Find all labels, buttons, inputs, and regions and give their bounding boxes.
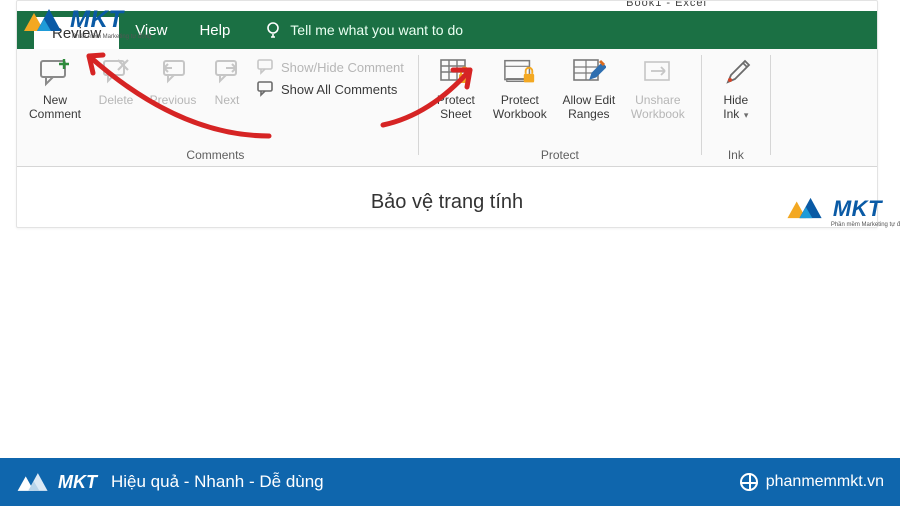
delete-comment-icon bbox=[99, 55, 133, 89]
footer-logo-text: MKT bbox=[58, 472, 97, 493]
page-footer: MKT Hiệu quả - Nhanh - Dễ dùng phanmemmk… bbox=[0, 458, 900, 506]
allow-edit-ranges-button[interactable]: Allow EditRanges bbox=[555, 53, 623, 121]
mkt-logo-text: MKT bbox=[70, 6, 123, 34]
new-comment-icon bbox=[38, 55, 72, 89]
mkt-mark-icon bbox=[16, 471, 50, 493]
group-label-protect: Protect bbox=[427, 148, 693, 164]
footer-url[interactable]: phanmemmkt.vn bbox=[740, 473, 884, 491]
previous-comment-icon bbox=[156, 55, 190, 89]
window-title: Book1 - Excel bbox=[626, 0, 707, 9]
comments-icon bbox=[257, 81, 275, 97]
mkt-logo-text: MKT bbox=[833, 196, 882, 222]
tab-help[interactable]: Help bbox=[183, 11, 246, 49]
chevron-down-icon: ▾ bbox=[741, 110, 748, 120]
tab-view[interactable]: View bbox=[119, 11, 183, 49]
ribbon-tabstrip: Review View Help Tell me what you want t… bbox=[17, 11, 877, 49]
show-all-comments-label: Show All Comments bbox=[281, 82, 397, 97]
unshare-workbook-icon bbox=[641, 55, 675, 89]
hide-ink-icon bbox=[719, 55, 753, 89]
footer-slogan: Hiệu quả - Nhanh - Dễ dùng bbox=[111, 472, 740, 492]
protect-workbook-button[interactable]: ProtectWorkbook bbox=[485, 53, 555, 121]
new-comment-label: NewComment bbox=[29, 93, 81, 121]
new-comment-button[interactable]: NewComment bbox=[21, 53, 89, 121]
protect-sheet-button[interactable]: ProtectSheet bbox=[427, 53, 485, 121]
mkt-mark-icon bbox=[22, 7, 64, 33]
tell-me-label: Tell me what you want to do bbox=[290, 22, 463, 38]
mkt-mark-icon bbox=[785, 196, 827, 222]
delete-comment-button: Delete bbox=[89, 53, 143, 107]
mkt-logo-right: MKT Phần mềm Marketing tự động bbox=[785, 196, 882, 222]
hide-ink-label: HideInk ▾ bbox=[723, 93, 748, 122]
unshare-workbook-button: UnshareWorkbook bbox=[623, 53, 693, 121]
protect-workbook-icon bbox=[503, 55, 537, 89]
mkt-logo-tag: Phần mềm Marketing tự động bbox=[831, 222, 900, 228]
globe-icon bbox=[740, 473, 758, 491]
group-separator bbox=[770, 55, 771, 155]
protect-sheet-label: ProtectSheet bbox=[437, 93, 475, 121]
footer-logo: MKT bbox=[16, 471, 97, 493]
previous-comment-button: Previous bbox=[143, 53, 203, 107]
delete-comment-label: Delete bbox=[99, 93, 134, 107]
show-hide-comment-label: Show/Hide Comment bbox=[281, 60, 404, 75]
show-all-comments-button[interactable]: Show All Comments bbox=[257, 81, 404, 97]
tell-me-search[interactable]: Tell me what you want to do bbox=[264, 11, 463, 49]
mkt-logo-top: MKT Phần mềm Marketing tự động bbox=[22, 6, 123, 34]
protect-sheet-icon bbox=[439, 55, 473, 89]
mkt-logo-tag: Phần mềm Marketing tự động bbox=[72, 34, 151, 40]
ribbon-body: NewComment Delete Previous bbox=[17, 49, 877, 167]
next-comment-icon bbox=[210, 55, 244, 89]
footer-url-text: phanmemmkt.vn bbox=[766, 473, 884, 491]
protect-workbook-label: ProtectWorkbook bbox=[493, 93, 547, 121]
allow-edit-ranges-label: Allow EditRanges bbox=[562, 93, 615, 121]
previous-comment-label: Previous bbox=[150, 93, 197, 107]
unshare-workbook-label: UnshareWorkbook bbox=[631, 93, 685, 121]
group-label-ink: Ink bbox=[710, 148, 762, 164]
next-comment-label: Next bbox=[215, 93, 240, 107]
group-label-comments: Comments bbox=[21, 148, 410, 164]
figure-caption: Bảo vệ trang tính bbox=[17, 191, 877, 214]
hide-ink-button[interactable]: HideInk ▾ bbox=[710, 53, 762, 122]
comment-icon bbox=[257, 59, 275, 75]
show-hide-comment-button: Show/Hide Comment bbox=[257, 59, 404, 75]
next-comment-button: Next bbox=[203, 53, 251, 107]
allow-edit-ranges-icon bbox=[572, 55, 606, 89]
lightbulb-icon bbox=[264, 21, 282, 39]
